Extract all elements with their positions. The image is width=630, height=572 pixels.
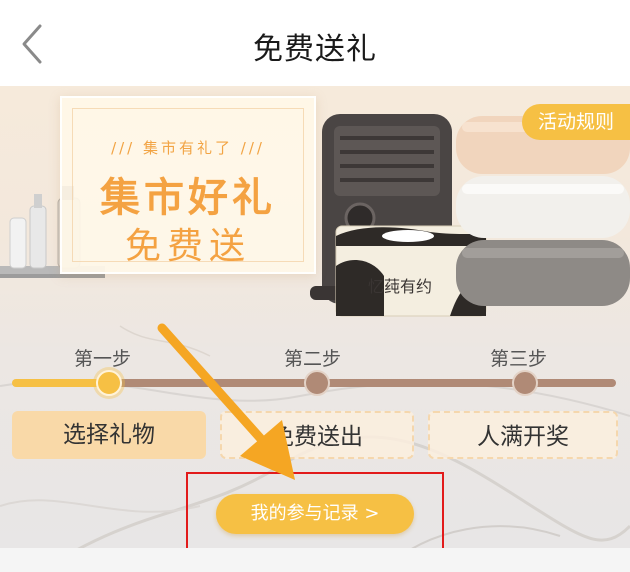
nav-bar: 免费送礼 [0,0,630,86]
annotation-arrow-icon [157,323,295,480]
page-title: 免费送礼 [253,32,377,67]
promo-banner: 忆莼有约 /// 集市有礼了 /// 集市好礼 免费送 活动规则 第一步 第二步… [0,86,630,572]
bottom-divider [0,548,630,572]
